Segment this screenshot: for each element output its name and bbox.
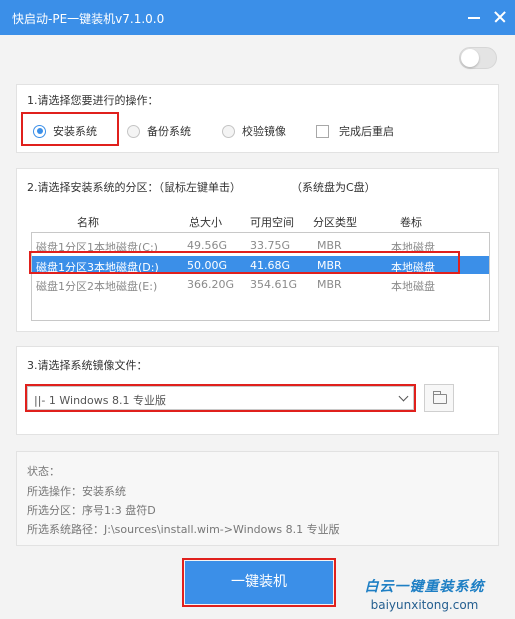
partition-panel-title: 2.请选择安装系统的分区：（鼠标左键单击） (27, 181, 241, 194)
status-partition: 所选分区：序号1:3 盘符D (27, 504, 156, 517)
radio-verify-label: 校验镜像 (242, 125, 286, 138)
image-panel-title: 3.请选择系统镜像文件： (27, 359, 148, 372)
status-heading: 状态： (27, 465, 60, 478)
restart-checkbox-label: 完成后重启 (339, 125, 394, 138)
window-title: 快启动-PE一键装机v7.1.0.0 (12, 12, 165, 26)
watermark-brand: 白云一键重装系统 (364, 579, 485, 595)
column-header-label: 卷标 (400, 216, 422, 229)
restart-checkbox-box[interactable] (316, 124, 329, 138)
radio-verify-indicator[interactable] (222, 124, 235, 138)
radio-backup[interactable]: 备份系统 (127, 123, 191, 139)
operation-panel: 1.请选择您要进行的操作： 安装系统 备份系统 校验镜像 完成后重启 (16, 84, 499, 153)
watermark-url: baiyunxitong.com (370, 598, 479, 612)
partition-type: MBR (317, 278, 342, 291)
toggle-knob (461, 49, 479, 67)
status-operation: 所选操作：安装系统 (27, 485, 126, 498)
image-panel: 3.请选择系统镜像文件： ||- 1 Windows 8.1 专业版 (16, 346, 499, 435)
close-icon[interactable] (489, 6, 511, 28)
radio-verify[interactable]: 校验镜像 (222, 123, 286, 139)
partition-total: 366.20G (187, 278, 235, 291)
partition-list: 磁盘1分区1本地磁盘(C:) 49.56G 33.75G MBR 本地磁盘 磁盘… (31, 232, 490, 321)
table-row[interactable]: 磁盘1分区2本地磁盘(E:) 366.20G 354.61G MBR 本地磁盘 (32, 275, 489, 293)
partition-name: 磁盘1分区2本地磁盘(E:) (36, 280, 158, 293)
selected-partition-highlight (29, 251, 460, 274)
partition-hint: （系统盘为C盘） (291, 181, 376, 194)
status-path: 所选系统路径：J:\sources\install.wim->Windows 8… (27, 523, 340, 536)
settings-toggle[interactable] (459, 47, 497, 69)
column-header-type: 分区类型 (313, 216, 357, 229)
browse-button[interactable] (424, 384, 454, 412)
restart-checkbox[interactable]: 完成后重启 (316, 123, 394, 139)
minimize-icon[interactable] (463, 6, 485, 28)
operation-panel-title: 1.请选择您要进行的操作： (27, 94, 159, 107)
column-header-name: 名称 (77, 216, 99, 229)
title-bar: 快启动-PE一键装机v7.1.0.0 (0, 0, 515, 35)
radio-backup-label: 备份系统 (147, 125, 191, 138)
install-option-highlight (21, 112, 119, 146)
image-select-highlight (25, 384, 416, 412)
folder-icon (433, 391, 447, 404)
column-header-free: 可用空间 (250, 216, 294, 229)
radio-backup-indicator[interactable] (127, 124, 140, 138)
status-panel: 状态： 所选操作：安装系统 所选分区：序号1:3 盘符D 所选系统路径：J:\s… (16, 451, 499, 546)
column-header-total: 总大小 (189, 216, 222, 229)
partition-label: 本地磁盘 (391, 280, 435, 293)
install-button[interactable]: 一键装机 (185, 561, 333, 604)
partition-free: 354.61G (250, 278, 298, 291)
partition-panel: 2.请选择安装系统的分区：（鼠标左键单击） （系统盘为C盘） 名称 总大小 可用… (16, 168, 499, 332)
